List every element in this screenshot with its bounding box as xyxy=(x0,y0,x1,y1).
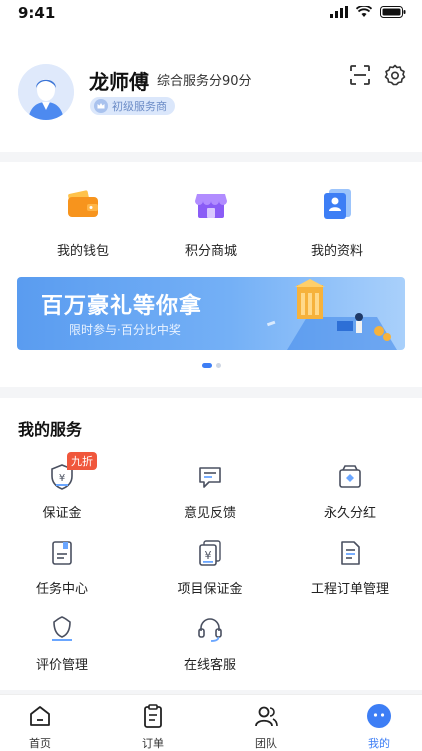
service-order-management[interactable]: 工程订单管理 xyxy=(285,538,415,597)
review-icon xyxy=(52,616,72,641)
bottom-tab-bar: 首页 订单 团队 我的 xyxy=(0,694,422,751)
tab-team[interactable]: 团队 xyxy=(236,703,296,751)
service-label: 项目保证金 xyxy=(177,582,243,597)
status-bar: 9:41 xyxy=(0,0,422,28)
quick-link-label: 积分商城 xyxy=(184,244,237,259)
avatar-person-icon xyxy=(18,64,74,120)
service-score: 综合服务分90分 xyxy=(157,74,252,89)
tab-me[interactable]: 我的 xyxy=(349,703,409,751)
quick-link-label: 我的钱包 xyxy=(56,244,109,259)
settings-button[interactable] xyxy=(384,64,406,86)
tab-label: 团队 xyxy=(255,737,277,750)
status-icons xyxy=(330,6,406,18)
service-dividend[interactable]: 永久分红 xyxy=(285,462,415,521)
order-clipboard-icon xyxy=(144,704,162,728)
service-label: 工程订单管理 xyxy=(310,582,389,597)
feedback-icon xyxy=(199,467,221,488)
service-label: 在线客服 xyxy=(183,658,236,673)
tab-label: 我的 xyxy=(368,737,390,750)
promo-banner[interactable]: 百万豪礼等你拿 限时参与·百分比中奖 xyxy=(17,277,405,350)
discount-tag: 九折 xyxy=(67,452,97,470)
banner-subtitle: 限时参与·百分比中奖 xyxy=(69,323,181,337)
wifi-icon xyxy=(356,6,372,17)
me-icon xyxy=(367,704,391,728)
tab-orders[interactable]: 订单 xyxy=(123,703,183,751)
crown-badge-icon xyxy=(94,99,108,113)
status-time: 9:41 xyxy=(18,4,56,22)
user-name: 龙师傅 xyxy=(89,70,149,94)
profile-card-icon xyxy=(324,189,351,219)
store-icon xyxy=(195,194,227,218)
level-badge-label: 初级服务商 xyxy=(112,100,167,113)
service-label: 任务中心 xyxy=(35,582,88,597)
service-label: 意见反馈 xyxy=(183,506,236,521)
service-feedback[interactable]: 意见反馈 xyxy=(145,462,275,521)
quick-link-label: 我的资料 xyxy=(310,244,363,259)
tab-label: 订单 xyxy=(142,737,164,750)
home-icon xyxy=(30,706,50,726)
service-label: 评价管理 xyxy=(35,658,88,673)
quick-link-store[interactable]: 积分商城 xyxy=(161,186,261,259)
wallet-icon xyxy=(68,190,98,217)
battery-icon xyxy=(380,6,406,18)
banner-illustration xyxy=(267,279,397,350)
scan-button[interactable] xyxy=(349,64,371,86)
order-doc-icon xyxy=(341,541,360,565)
profile-header: 龙师傅 综合服务分90分 初级服务商 xyxy=(0,28,422,152)
service-online-support[interactable]: 在线客服 xyxy=(145,614,275,673)
quick-link-profile[interactable]: 我的资料 xyxy=(287,186,387,259)
service-label: 永久分红 xyxy=(323,506,376,521)
team-icon xyxy=(255,706,278,727)
pagination-dot[interactable] xyxy=(215,363,221,368)
tab-home[interactable]: 首页 xyxy=(10,703,70,751)
tab-label: 首页 xyxy=(29,737,51,750)
level-badge: 初级服务商 xyxy=(90,97,175,115)
service-project-deposit[interactable]: ¥ 项目保证金 xyxy=(145,538,275,597)
services-title: 我的服务 xyxy=(18,420,83,439)
svg-text:¥: ¥ xyxy=(59,473,65,484)
quick-link-wallet[interactable]: 我的钱包 xyxy=(33,186,133,259)
banner-pagination xyxy=(0,363,422,368)
task-icon xyxy=(52,541,72,565)
banner-title: 百万豪礼等你拿 xyxy=(41,294,203,319)
service-task-center[interactable]: 任务中心 xyxy=(0,538,127,597)
quick-links-card: 我的钱包 积分商城 我的资料 百万豪礼等你拿 限时参与·百分比中奖 xyxy=(0,162,422,387)
project-deposit-icon: ¥ xyxy=(199,540,221,566)
service-label: 保证金 xyxy=(42,506,82,521)
svg-text:¥: ¥ xyxy=(205,549,212,562)
pagination-dot-active[interactable] xyxy=(201,363,212,368)
service-review-management[interactable]: 评价管理 xyxy=(0,614,127,673)
signal-icon xyxy=(330,6,348,18)
service-deposit[interactable]: ¥ 九折 保证金 xyxy=(0,452,127,521)
gear-icon xyxy=(384,64,406,86)
scan-icon xyxy=(350,65,370,85)
services-card: 我的服务 ¥ 九折 保证金 意见反馈 永久分红 任务中心 ¥ 项目保证金 工程订… xyxy=(0,398,422,690)
avatar[interactable] xyxy=(18,64,74,120)
headset-icon xyxy=(198,618,222,642)
dividend-icon xyxy=(339,465,361,488)
